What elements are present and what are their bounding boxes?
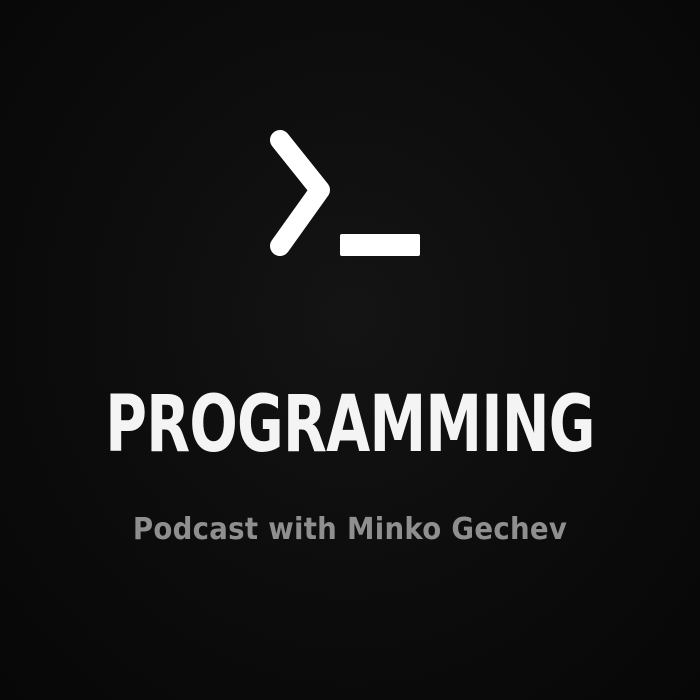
terminal-prompt-icon [270, 130, 420, 256]
podcast-subtitle: Podcast with Minko Gechev [132, 512, 568, 547]
prompt-cursor [340, 234, 420, 256]
podcast-title: PROGRAMMING [105, 380, 595, 470]
prompt-chevron [270, 130, 330, 256]
podcast-cover: PROGRAMMING Podcast with Minko Gechev [0, 0, 700, 700]
